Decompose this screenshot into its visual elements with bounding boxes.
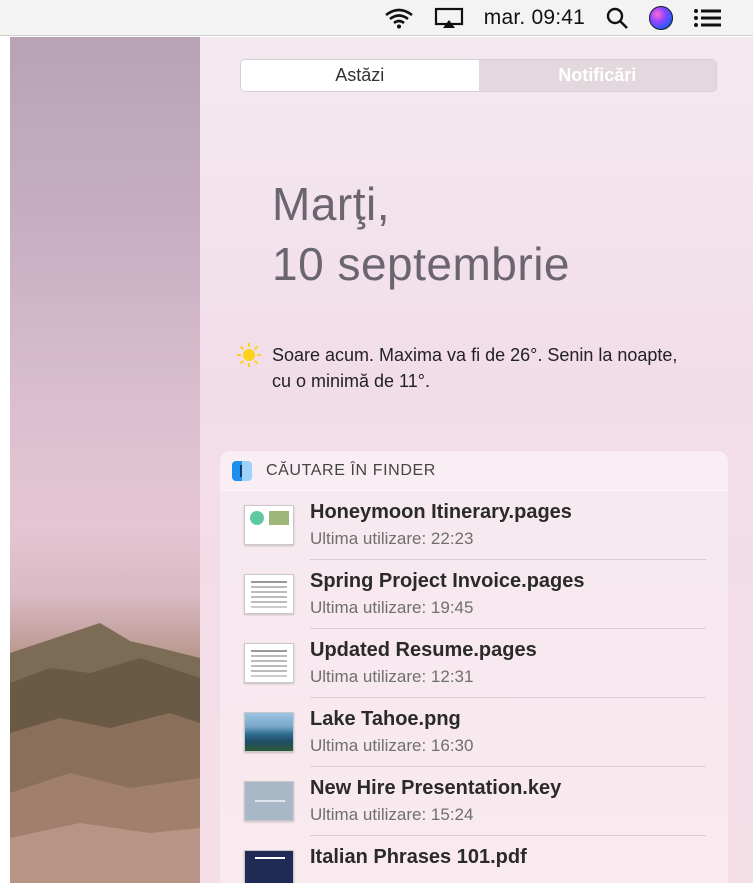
file-thumbnail [244, 505, 294, 545]
desktop-wallpaper [0, 37, 200, 883]
file-list: Honeymoon Itinerary.pages Ultima utiliza… [220, 491, 728, 883]
siri-icon[interactable] [649, 5, 673, 30]
file-name: Spring Project Invoice.pages [310, 570, 585, 592]
file-item[interactable]: Italian Phrases 101.pdf [220, 836, 728, 883]
wifi-icon[interactable] [384, 7, 414, 29]
file-name: Honeymoon Itinerary.pages [310, 501, 572, 523]
file-last-used: Ultima utilizare: 15:24 [310, 805, 474, 824]
widget-title: CĂUTARE ÎN FINDER [266, 461, 436, 479]
file-item[interactable]: Honeymoon Itinerary.pages Ultima utiliza… [220, 491, 728, 560]
finder-search-widget: CĂUTARE ÎN FINDER Honeymoon Itinerary.pa… [220, 451, 728, 883]
tab-notifications[interactable]: Notificări [478, 60, 716, 91]
menu-clock[interactable]: mar. 09:41 [484, 6, 585, 30]
file-thumbnail [244, 850, 294, 883]
finder-icon [232, 460, 252, 481]
sun-icon [236, 342, 262, 368]
widget-header: CĂUTARE ÎN FINDER [220, 451, 728, 491]
file-thumbnail [244, 781, 294, 821]
airplay-icon[interactable] [434, 7, 464, 29]
file-thumbnail [244, 712, 294, 752]
weather-summary: Soare acum. Maxima va fi de 26°. Senin l… [272, 345, 678, 391]
file-name: Lake Tahoe.png [310, 708, 461, 730]
notification-center-panel: Astăzi Notificări Marţi, 10 septembrie S… [200, 37, 753, 883]
file-item[interactable]: Updated Resume.pages Ultima utilizare: 1… [220, 629, 728, 698]
file-item[interactable]: Lake Tahoe.png Ultima utilizare: 16:30 [220, 698, 728, 767]
file-item[interactable]: Spring Project Invoice.pages Ultima util… [220, 560, 728, 629]
file-thumbnail [244, 643, 294, 683]
mountain-landscape [10, 623, 200, 883]
panel-tab-switcher: Astăzi Notificări [240, 59, 717, 92]
file-name: New Hire Presentation.key [310, 777, 562, 799]
date-weekday: Marţi, [272, 178, 390, 230]
date-day-month: 10 septembrie [272, 238, 570, 290]
file-name: Updated Resume.pages [310, 639, 537, 661]
search-icon[interactable] [605, 6, 629, 30]
file-last-used: Ultima utilizare: 19:45 [310, 598, 474, 617]
file-thumbnail [244, 574, 294, 614]
tab-today[interactable]: Astăzi [241, 60, 479, 91]
file-name: Italian Phrases 101.pdf [310, 846, 527, 868]
file-last-used: Ultima utilizare: 12:31 [310, 667, 474, 686]
file-last-used: Ultima utilizare: 22:23 [310, 529, 474, 548]
file-item[interactable]: New Hire Presentation.key Ultima utiliza… [220, 767, 728, 836]
menu-bar: mar. 09:41 [0, 0, 753, 36]
notification-center-icon[interactable] [693, 7, 723, 29]
file-last-used: Ultima utilizare: 16:30 [310, 736, 474, 755]
